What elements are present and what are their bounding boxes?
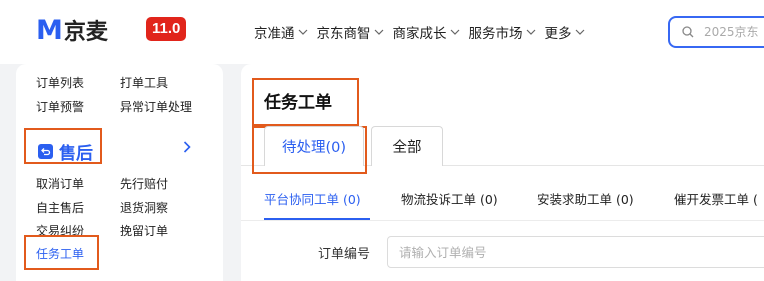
menu-item-abnormal-order[interactable]: 异常订单处理: [120, 98, 192, 115]
menu-item-self-aftersale[interactable]: 自主售后: [36, 199, 84, 216]
menu-item-order-list[interactable]: 订单列表: [36, 74, 84, 91]
nav-item-label: 京东商智: [316, 26, 371, 42]
tab-all[interactable]: 全部: [371, 126, 443, 166]
menu-item-print-tool[interactable]: 打单工具: [120, 74, 168, 91]
active-subtab-indicator: [264, 218, 370, 220]
chevron-down-icon: [298, 29, 307, 35]
menu-item-task-ticket[interactable]: 任务工单: [36, 245, 84, 262]
nav-item-growth[interactable]: 商家成长: [393, 22, 460, 42]
nav-item-label: 更多: [544, 26, 572, 42]
search-icon: [682, 26, 694, 38]
menu-item-retain-order[interactable]: 挽留订单: [120, 222, 168, 239]
version-badge: 11.0: [146, 17, 187, 41]
menu-item-return-insight[interactable]: 退货洞察: [120, 199, 168, 216]
global-search[interactable]: [668, 16, 764, 48]
aftersale-return-icon: [38, 144, 53, 159]
subtab-platform-collab[interactable]: 平台协同工单 (0): [264, 189, 361, 208]
chevron-down-icon: [450, 29, 459, 35]
menu-item-order-warning[interactable]: 订单预警: [36, 98, 84, 115]
logo-mark: M: [36, 14, 63, 46]
nav-item-label: 京准通: [254, 26, 295, 42]
chevron-down-icon: [575, 29, 584, 35]
nav-item-service-market[interactable]: 服务市场: [469, 22, 536, 42]
tab-pending-label: 待处理(0): [281, 140, 347, 156]
subtab-invoice-urge[interactable]: 催开发票工单 (: [674, 189, 758, 208]
tab-all-label: 全部: [392, 140, 422, 156]
nav-item-more[interactable]: 更多: [545, 22, 585, 42]
aftersale-section-header[interactable]: 售后: [38, 139, 93, 164]
logo-text: 京麦: [63, 20, 108, 45]
order-number-input[interactable]: [387, 236, 764, 268]
search-input[interactable]: [704, 25, 764, 39]
nav-item-shangzhi[interactable]: 京东商智: [317, 22, 384, 42]
nav-item-label: 商家成长: [392, 26, 447, 42]
page-title: 任务工单: [264, 93, 332, 113]
top-nav: 京准通 京东商智 商家成长 服务市场 更多: [254, 22, 594, 42]
menu-item-cancel-order[interactable]: 取消订单: [36, 175, 84, 192]
aftersale-title: 售后: [59, 144, 93, 164]
subtab-logistics-complaint[interactable]: 物流投诉工单 (0): [401, 189, 498, 208]
menu-item-advance-compensation[interactable]: 先行赔付: [120, 175, 168, 192]
subtab-install-help[interactable]: 安装求助工单 (0): [537, 189, 634, 208]
subtabs-divider: [241, 220, 764, 221]
chevron-down-icon: [374, 29, 383, 35]
chevron-down-icon: [526, 29, 535, 35]
app-logo[interactable]: M 京麦: [36, 14, 108, 46]
order-number-label: 订单编号: [318, 247, 371, 262]
nav-item-label: 服务市场: [468, 26, 523, 42]
nav-item-jingzhuntong[interactable]: 京准通: [254, 22, 308, 42]
chevron-right-icon[interactable]: [183, 141, 191, 153]
tab-pending[interactable]: 待处理(0): [264, 126, 364, 166]
